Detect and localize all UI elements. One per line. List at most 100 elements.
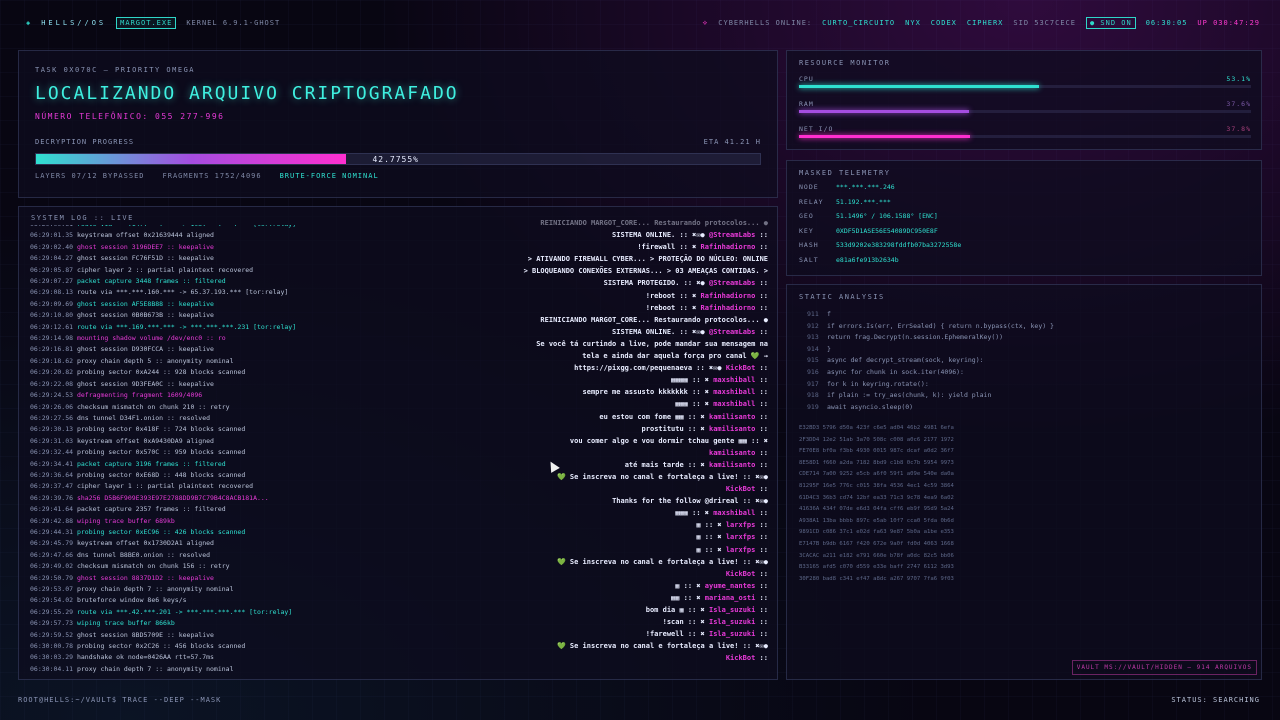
phone-number: NÚMERO TELEFÔNICO: 055 277-996 xyxy=(35,112,225,121)
clock: 06:30:05 xyxy=(1145,19,1188,27)
vault-path[interactable]: VAULT MS://VAULT/HIDDEN — 914 ARQUIVOS xyxy=(1071,660,1257,675)
chat-message: kamilisanto :: xyxy=(708,448,768,457)
hex-line: 81295F 16e5 776c c015 38fa 4536 4ec1 4c5… xyxy=(799,482,954,489)
chat-username[interactable]: KickBot xyxy=(726,570,756,578)
chat-username[interactable]: Isla_suzuki xyxy=(709,630,755,638)
chat-username[interactable]: @StreamLabs xyxy=(709,279,755,287)
resource-monitor: RESOURCE MONITOR CPU 53.1% RAM 37.6% NET I/O… xyxy=(786,50,1262,150)
code-line-text: if errors.Is(err, ErrSealed) { return n.… xyxy=(827,321,1054,330)
log-row: 06:29:31.03 keystream offset 0xA9430DA9 … xyxy=(30,436,296,447)
hex-line: CDE714 7a00 9252 e5cb a6f0 59f1 a09e 540… xyxy=(799,471,954,478)
log-timestamp: 06:29:36.64 xyxy=(30,470,74,479)
chat-username[interactable]: Isla_suzuki xyxy=(709,618,755,626)
chat-username[interactable]: larxfps xyxy=(726,533,756,541)
log-message: ghost session AF5E8B88 :: keepalive xyxy=(76,299,214,308)
log-message: route via ***.147.***.*** -> 193.***.***… xyxy=(77,225,296,228)
chat-username[interactable]: Rafinhadiorno xyxy=(701,243,756,251)
resource-name: RAM xyxy=(799,100,814,108)
log-row: 06:29:30.13 probing sector 0x418F :: 724… xyxy=(30,424,296,435)
top-bar: ◈ HELLS//OS MARGOT.EXE KERNEL 6.9.1-GHOS… xyxy=(0,0,1280,46)
status-text: STATUS: SEARCHING xyxy=(1171,696,1260,704)
code-line-number: 918 xyxy=(807,391,819,400)
chat-username[interactable]: kamilisanto xyxy=(709,425,755,433)
chat-username[interactable]: @StreamLabs xyxy=(709,328,755,336)
chat-username[interactable]: larxfps xyxy=(726,546,756,554)
progress-text: 42.7755% xyxy=(372,155,419,164)
chat-username[interactable]: Isla_suzuki xyxy=(709,606,755,614)
chat-message: !scan :: ✖ Isla_suzuki :: xyxy=(662,618,768,627)
log-message: wiping trace buffer 689kb xyxy=(76,516,175,525)
log-message: checksum mismatch on chunk 210 :: retry xyxy=(76,402,230,411)
terminal-prompt[interactable]: ROOT@HELLS:~/VAULT$ TRACE --DEEP --MASK xyxy=(18,696,221,704)
chat-message: !reboot :: ✖ Rafinhadiorno :: xyxy=(645,303,768,312)
hex-line: E32BD3 5796 d50a 423f c6e5 ad04 46b2 498… xyxy=(799,425,954,431)
chat-username[interactable]: kamilisanto xyxy=(709,449,755,457)
chat-text: Se você tá curtindo a live, pode mandar … xyxy=(536,339,768,348)
chat-username[interactable]: KickBot xyxy=(726,485,756,493)
code-line: 917 for k in keyring.rotate(): xyxy=(807,379,1054,391)
log-message: proxy chain depth 7 :: anonymity nominal xyxy=(76,585,234,593)
chat-username[interactable]: maxshiball xyxy=(713,376,755,384)
hex-line: 8E58D1 f660 a2da 7182 8bd9 c1b8 0c7b 595… xyxy=(799,459,954,466)
chat-message: até mais tarde :: ✖ kamilisanto :: xyxy=(624,460,768,469)
bruteforce-status: BRUTE-FORCE NOMINAL xyxy=(279,172,379,180)
chat-text: REINICIANDO MARGOT_CORE... Restaurando p… xyxy=(540,219,768,227)
chat-message: REINICIANDO MARGOT_CORE... Restaurando p… xyxy=(490,314,768,326)
log-timestamp: 06:30:00.78 xyxy=(30,642,74,651)
chat-message: !reboot :: ✖ Rafinhadiorno :: xyxy=(645,291,768,300)
log-row: 06:29:05.87 cipher layer 2 :: partial pl… xyxy=(30,265,296,276)
log-timestamp: 06:29:12.61 xyxy=(30,322,74,331)
chat-message: SISTEMA PROTEGIDO. :: ✖● @StreamLabs :: xyxy=(603,279,768,288)
log-row: 06:30:04.11 proxy chain depth 7 :: anony… xyxy=(30,664,296,675)
chat-username[interactable]: kamilisanto xyxy=(709,461,755,469)
chat-username[interactable]: maxshiball xyxy=(713,509,755,517)
chat-username[interactable]: maxshiball xyxy=(713,388,755,396)
os-logo-icon: ◈ xyxy=(26,19,32,27)
hex-dump: E32BD3 5796 d50a 423f c6e5 ad04 46b2 498… xyxy=(799,423,954,585)
chat-username[interactable]: KickBot xyxy=(726,364,756,372)
log-row: 06:29:26.06 checksum mismatch on chunk 2… xyxy=(30,402,296,413)
task-label: TASK 0X070C — PRIORITY OMEGA xyxy=(35,66,196,74)
chat-username[interactable]: Rafinhadiorno xyxy=(701,304,756,312)
log-message: probing sector 0xE68D :: 448 blocks scan… xyxy=(76,470,246,479)
chat-message: 💚 Se inscreva no canal e fortaleça a liv… xyxy=(490,471,768,483)
progress-fill xyxy=(36,154,346,164)
chat-text: 💚 Se inscreva no canal e fortaleça a liv… xyxy=(556,557,768,566)
chat-username[interactable]: mariana_osti xyxy=(705,594,756,602)
online-user: CODEX xyxy=(930,19,957,27)
log-timestamp: 06:29:18.62 xyxy=(30,356,74,365)
telemetry-value: e81a6fe913b2634b xyxy=(836,255,899,264)
log-timestamp: 06:29:34.41 xyxy=(30,459,74,468)
sound-toggle[interactable]: ● SND ON xyxy=(1085,17,1136,29)
log-message: ghost session D930FCCA :: keepalive xyxy=(76,345,214,354)
chat-username[interactable]: ayume_nantes xyxy=(705,582,756,590)
log-row: 06:29:39.76 sha256 D5B6F909E393E97E2788D… xyxy=(30,493,296,504)
online-icon: ⟡ xyxy=(702,18,709,27)
log-message: packet capture 3196 frames :: filtered xyxy=(76,459,226,468)
log-row: 06:29:50.79 ghost session 8837D1D2 :: ke… xyxy=(30,573,296,584)
chat-username[interactable]: @StreamLabs xyxy=(709,231,755,239)
log-row: 06:29:27.56 dns tunnel D34F1.onion :: re… xyxy=(30,413,296,424)
chat-username[interactable]: KickBot xyxy=(726,654,756,662)
log-message: probing sector 0xEC96 :: 426 blocks scan… xyxy=(76,527,246,536)
chat-username[interactable]: maxshiball xyxy=(713,400,755,408)
chat-username[interactable]: kamilisanto xyxy=(709,413,755,421)
log-row: 06:29:12.61 route via ***.169.***.*** ->… xyxy=(30,322,296,333)
chat-text: prostitutu :: ✖ xyxy=(641,424,705,433)
fragments-stat: FRAGMENTS 1752/4096 xyxy=(162,172,262,180)
resource-percent: 37.6% xyxy=(1226,100,1251,108)
chat-username[interactable]: larxfps xyxy=(726,521,756,529)
chat-text: Thanks for the follow @drireal :: ✖✉● xyxy=(612,497,768,506)
log-message: packet capture 2357 frames :: filtered xyxy=(76,505,226,514)
telemetry-label: MASKED TELEMETRY xyxy=(799,169,891,177)
log-message: dns tunnel D34F1.onion :: resolved xyxy=(76,413,211,422)
log-message: probing sector 0x2C26 :: 456 blocks scan… xyxy=(76,642,246,651)
log-row: 06:29:16.81 ghost session D930FCCA :: ke… xyxy=(30,344,296,355)
telemetry-value: 533d9202e383298fddfb07ba3272558e xyxy=(836,241,962,249)
chat-username[interactable]: Rafinhadiorno xyxy=(701,292,756,300)
log-scroll-area[interactable]: 06:29:00.61 route via ***.147.***.*** ->… xyxy=(30,225,500,679)
log-message: checksum mismatch on chunk 156 :: retry xyxy=(76,562,230,571)
log-timestamp: 06:29:01.35 xyxy=(30,231,74,240)
log-timestamp: 06:29:37.47 xyxy=(30,482,74,491)
chat-message: ▦ :: ✖ ayume_nantes :: xyxy=(675,581,768,590)
